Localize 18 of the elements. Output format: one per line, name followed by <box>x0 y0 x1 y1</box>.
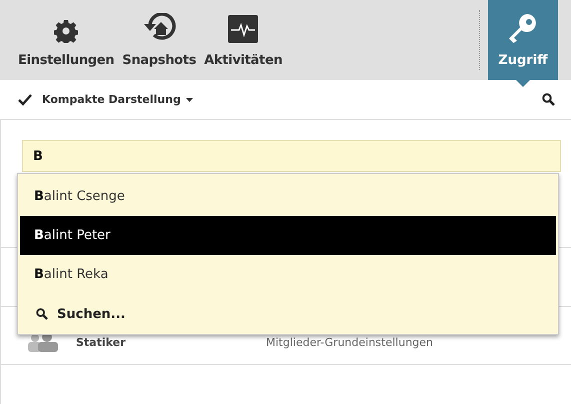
key-icon <box>508 13 538 43</box>
toolbar-tab[interactable]: Aktivitäten <box>200 0 286 80</box>
house-restore-icon <box>142 13 176 43</box>
member-name: Statiker <box>76 336 126 349</box>
suggestion-item[interactable]: Balint Reka <box>20 255 556 294</box>
suggestion-item[interactable]: Balint Peter <box>20 216 556 255</box>
toolbar-tab[interactable]: Snapshots <box>118 0 200 80</box>
view-menu[interactable]: Kompakte Darstellung <box>42 93 193 106</box>
pulse-monitor-icon <box>228 15 258 43</box>
member-role: Mitglieder-Grundeinstellungen <box>266 336 434 349</box>
gear-icon <box>54 19 78 43</box>
caret-icon <box>186 98 193 102</box>
search-field[interactable]: B <box>22 140 561 172</box>
search-icon <box>36 308 48 320</box>
search-icon[interactable] <box>542 93 555 106</box>
toolbar-tab[interactable]: Einstellungen <box>14 0 118 80</box>
search-more-button[interactable]: Suchen... <box>18 294 132 334</box>
suggestion-item[interactable]: Balint Csenge <box>20 177 556 216</box>
